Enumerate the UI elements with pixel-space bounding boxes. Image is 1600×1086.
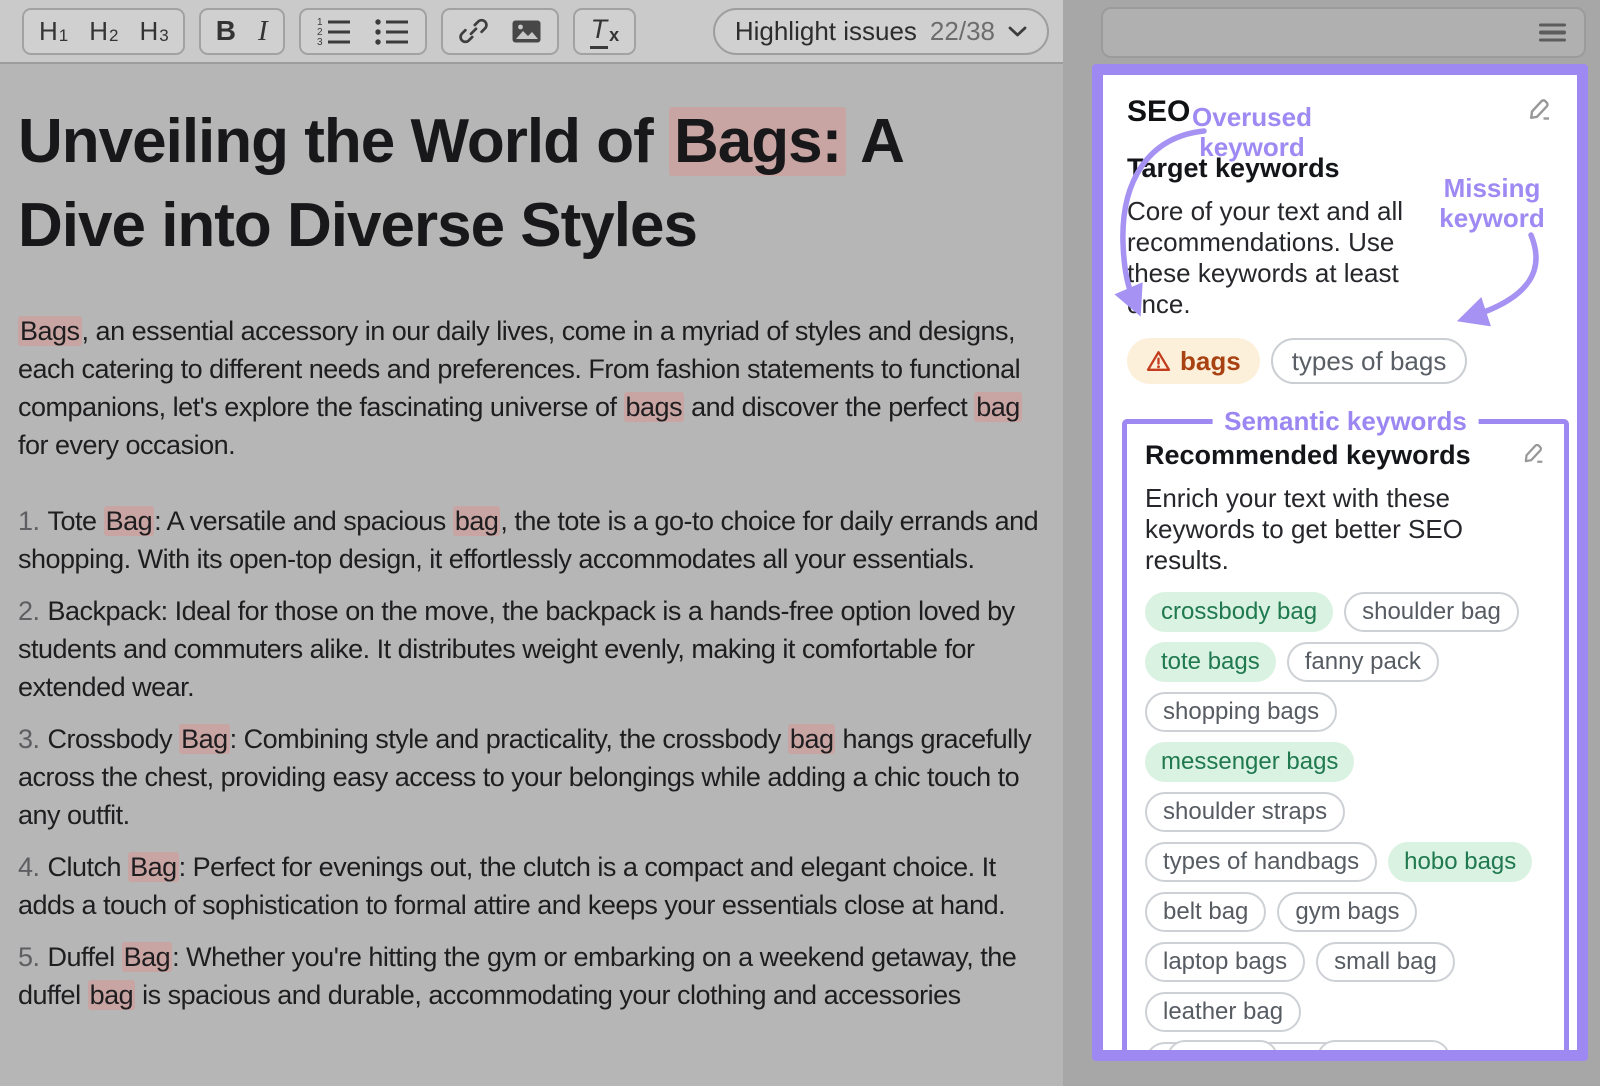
keyword-label: types of bags (1292, 346, 1447, 377)
document-list: 1.Tote Bag: A versatile and spacious bag… (18, 502, 1063, 1014)
recommended-keyword-chip-shoulder-straps[interactable]: shoulder straps (1145, 792, 1345, 832)
clear-formatting-button[interactable]: Tx (579, 10, 631, 53)
missing-keyword-annotation: Missing keyword (1433, 173, 1551, 233)
pencil-icon (1521, 440, 1546, 465)
link-button[interactable] (447, 10, 500, 53)
list-buttons-group: 1 2 3 (299, 8, 427, 55)
highlight-issues-dropdown[interactable]: Highlight issues 22/38 (713, 8, 1049, 55)
image-button[interactable] (500, 10, 553, 53)
list-number: 3. (18, 724, 40, 754)
list-number: 1. (18, 506, 40, 536)
target-keyword-chip-bags[interactable]: bags (1127, 338, 1260, 384)
keyword-label: bags (1180, 346, 1241, 377)
recommended-keyword-chip-messenger-bags[interactable]: messenger bags (1145, 742, 1354, 782)
unordered-list-icon (374, 16, 410, 46)
list-number: 5. (18, 942, 40, 972)
highlighted-keyword: Bag (104, 506, 155, 536)
recommended-keyword-chip-small-bag[interactable]: small bag (1316, 942, 1455, 982)
recommended-keyword-chip-types-of-handbags[interactable]: types of handbags (1145, 842, 1377, 882)
svg-text:3: 3 (317, 37, 323, 46)
list-item: 5.Duffel Bag: Whether you're hitting the… (18, 938, 1053, 1014)
link-icon (458, 16, 489, 46)
highlighted-keyword: Bag (128, 852, 179, 882)
recommended-keyword-chip-crossbody-bag[interactable]: crossbody bag (1145, 592, 1333, 632)
warning-icon (1146, 350, 1171, 372)
cut-off-chips (1167, 1040, 1450, 1061)
ordered-list-button[interactable]: 1 2 3 (305, 10, 363, 53)
edit-target-keywords-button[interactable] (1526, 95, 1553, 125)
editor-pane: H1H2H3 B I 1 2 3 (0, 0, 1063, 1086)
list-number: 4. (18, 852, 40, 882)
recommended-keyword-chip-gym-bags[interactable]: gym bags (1277, 892, 1417, 932)
recommended-keywords-chips: crossbody bag shoulder bag tote bags fanny … (1145, 592, 1546, 1061)
overused-keyword-annotation: Overused keyword (1177, 102, 1327, 162)
ordered-list-icon: 1 2 3 (316, 16, 352, 46)
format-buttons-group: B I (199, 8, 285, 55)
image-icon (511, 18, 542, 45)
recommended-keyword-chip-belt-bag[interactable]: belt bag (1145, 892, 1266, 932)
recommended-keyword-chip-shoulder-bag[interactable]: shoulder bag (1344, 592, 1519, 632)
panel-top-bar (1101, 7, 1586, 58)
highlight-issues-count: 22/38 (930, 16, 995, 47)
highlighted-keyword: bag (88, 980, 136, 1010)
chevron-down-icon (1008, 26, 1027, 37)
list-item: 2.Backpack: Ideal for those on the move,… (18, 592, 1053, 706)
heading-h2-button[interactable]: H2 (78, 10, 128, 53)
intro-paragraph: Bags, an essential accessory in our dail… (18, 312, 1053, 464)
recommended-keyword-chip-shopping-bags[interactable]: shopping bags (1145, 692, 1337, 732)
italic-button[interactable]: I (247, 10, 279, 53)
recommended-keywords-description: Enrich your text with these keywords to … (1145, 483, 1543, 576)
cut-off-chip (1317, 1040, 1450, 1061)
target-keywords-chips: bags types of bags (1127, 338, 1553, 384)
list-item: 3.Crossbody Bag: Combining style and pra… (18, 720, 1053, 834)
highlighted-keyword: Bag (179, 724, 230, 754)
heading-h1-button[interactable]: H1 (28, 10, 78, 53)
highlighted-keyword: Bag (122, 942, 173, 972)
list-item: 4.Clutch Bag: Perfect for evenings out, … (18, 848, 1053, 924)
bold-button[interactable]: B (205, 10, 247, 53)
cut-off-chip (1167, 1040, 1278, 1061)
menu-button[interactable] (1535, 15, 1570, 50)
clear-formatting-icon: T (590, 14, 609, 49)
recommended-keyword-chip-hobo-bags[interactable]: hobo bags (1388, 842, 1532, 882)
highlighted-keyword: bag (974, 392, 1022, 422)
highlight-issues-label: Highlight issues (735, 16, 917, 47)
highlighted-keyword: bag (788, 724, 836, 754)
heading-h3-button[interactable]: H3 (129, 10, 179, 53)
edit-recommended-keywords-button[interactable] (1521, 440, 1546, 468)
target-keyword-chip-types-of-bags[interactable]: types of bags (1271, 338, 1468, 384)
recommended-keyword-chip-fanny-pack[interactable]: fanny pack (1287, 642, 1439, 682)
list-number: 2. (18, 596, 40, 626)
document-title: Unveiling the World of Bags: A Dive into… (18, 100, 1040, 268)
unordered-list-button[interactable] (363, 10, 421, 53)
target-keywords-description: Core of your text and all recommendation… (1127, 196, 1462, 320)
document-content[interactable]: Unveiling the World of Bags: A Dive into… (0, 64, 1063, 1014)
insert-buttons-group (441, 8, 559, 55)
recommended-keyword-chip-tote-bags[interactable]: tote bags (1145, 642, 1276, 682)
semantic-keywords-box: Semantic keywords Recommended keywords E… (1122, 419, 1569, 1061)
heading-buttons-group: H1H2H3 (22, 8, 185, 55)
clear-format-group: Tx (573, 8, 637, 55)
highlighted-keyword: Bags (18, 316, 82, 346)
recommended-keyword-chip-leather-bag[interactable]: leather bag (1145, 992, 1301, 1032)
seo-panel: SEO Overused keyword Missing keyword Tar… (1092, 64, 1588, 1061)
highlighted-keyword: Bags: (669, 107, 846, 176)
highlighted-keyword: bag (453, 506, 501, 536)
recommended-keyword-chip-laptop-bags[interactable]: laptop bags (1145, 942, 1305, 982)
editor-toolbar: H1H2H3 B I 1 2 3 (0, 0, 1063, 64)
hamburger-icon (1539, 23, 1566, 42)
recommended-keywords-heading: Recommended keywords (1145, 440, 1471, 471)
semantic-keywords-label: Semantic keywords (1212, 406, 1479, 437)
highlighted-keyword: bags (624, 392, 685, 422)
pencil-icon (1526, 95, 1553, 122)
list-item: 1.Tote Bag: A versatile and spacious bag… (18, 502, 1053, 578)
